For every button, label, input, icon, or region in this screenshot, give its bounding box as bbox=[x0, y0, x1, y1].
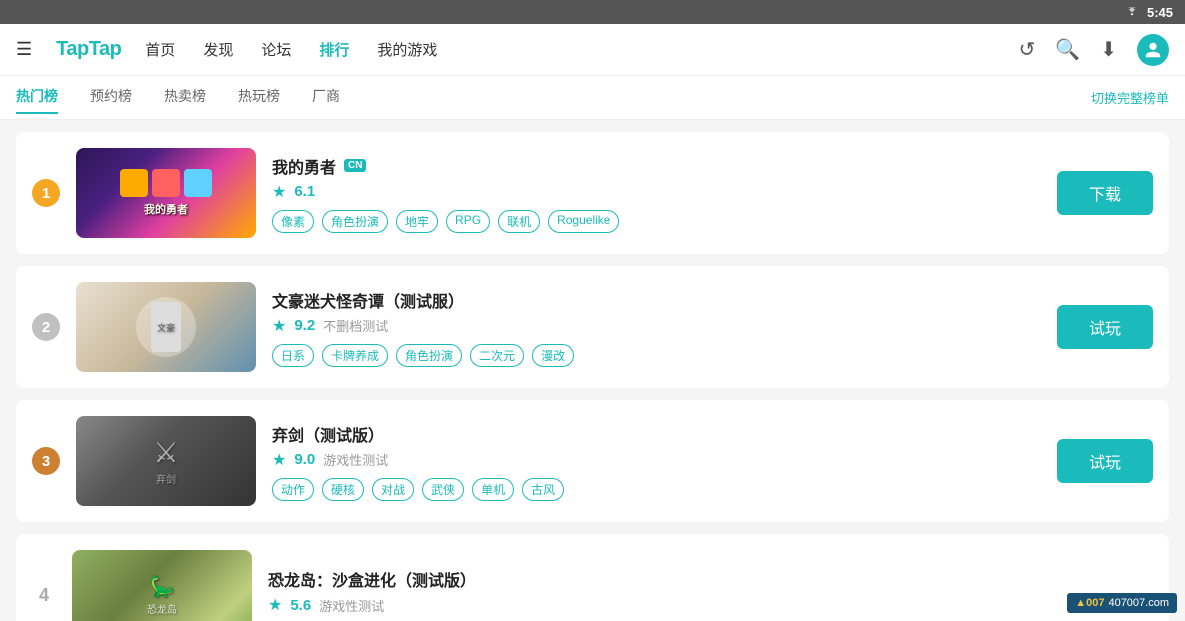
main-content: 1 我的勇者 我的勇者 CN ★ 6.1 像素 角色扮演 bbox=[0, 120, 1185, 621]
game-thumb-4: 🦕 恐龙岛 bbox=[72, 550, 252, 621]
rank-3: 3 bbox=[32, 447, 60, 475]
time-display: 5:45 bbox=[1147, 5, 1173, 20]
game-thumb-2: 文豪 bbox=[76, 282, 256, 372]
game-thumb-1: 我的勇者 bbox=[76, 148, 256, 238]
sub-nav-tabs: 热门榜 预约榜 热卖榜 热玩榜 厂商 bbox=[16, 86, 1091, 110]
menu-icon[interactable]: ☰ bbox=[16, 39, 32, 60]
nav-discover[interactable]: 发现 bbox=[203, 39, 233, 60]
tab-hotplay[interactable]: 热玩榜 bbox=[238, 86, 280, 110]
game-title-2: 文豪迷犬怪奇谭（测试服） bbox=[272, 288, 464, 312]
tag-2-4[interactable]: 漫改 bbox=[532, 344, 574, 367]
tag-1-3[interactable]: RPG bbox=[446, 210, 490, 233]
wifi-icon bbox=[1125, 7, 1139, 17]
tag-3-5[interactable]: 古风 bbox=[522, 478, 564, 501]
game-item-2: 2 文豪 文豪迷犬怪奇谭（测试服） ★ 9.2 不删档测试 日系 卡牌养成 角色… bbox=[16, 266, 1169, 388]
tag-3-4[interactable]: 单机 bbox=[472, 478, 514, 501]
logo: TapTap bbox=[56, 38, 121, 61]
tag-1-2[interactable]: 地牢 bbox=[396, 210, 438, 233]
nav-forum[interactable]: 论坛 bbox=[261, 39, 291, 60]
tag-1-4[interactable]: 联机 bbox=[498, 210, 540, 233]
game-info-1: 我的勇者 CN ★ 6.1 像素 角色扮演 地牢 RPG 联机 Roguelik… bbox=[272, 154, 1041, 233]
game-item-1: 1 我的勇者 我的勇者 CN ★ 6.1 像素 角色扮演 bbox=[16, 132, 1169, 254]
nav-ranking[interactable]: 排行 bbox=[319, 39, 349, 60]
header-icons: ↺ 🔍 ⬇ bbox=[1019, 34, 1169, 66]
tag-2-2[interactable]: 角色扮演 bbox=[396, 344, 462, 367]
tags-2: 日系 卡牌养成 角色扮演 二次元 漫改 bbox=[272, 344, 1041, 367]
switch-full-list[interactable]: 切换完整榜单 bbox=[1091, 88, 1169, 107]
nav-links: 首页 发现 论坛 排行 我的游戏 bbox=[145, 39, 994, 60]
game-item-3: 3 ⚔ 弃剑 弃剑（测试版） ★ 9.0 游戏性测试 动作 硬核 对战 武侠 单… bbox=[16, 400, 1169, 522]
avatar[interactable] bbox=[1137, 34, 1169, 66]
rank-1: 1 bbox=[32, 179, 60, 207]
rating-score-2: 9.2 bbox=[294, 317, 315, 334]
trial-btn-2[interactable]: 试玩 bbox=[1057, 305, 1153, 349]
star-icon-1: ★ bbox=[272, 182, 286, 202]
game-thumb-3: ⚔ 弃剑 bbox=[76, 416, 256, 506]
tags-3: 动作 硬核 对战 武侠 单机 古风 bbox=[272, 478, 1041, 501]
cn-badge-1: CN bbox=[344, 159, 366, 172]
rating-label-4: 游戏性测试 bbox=[319, 596, 384, 615]
rating-score-1: 6.1 bbox=[294, 183, 315, 200]
trial-btn-3[interactable]: 试玩 bbox=[1057, 439, 1153, 483]
watermark: ▲007 407007.com bbox=[1067, 593, 1177, 613]
rating-label-3: 游戏性测试 bbox=[323, 450, 388, 469]
refresh-icon[interactable]: ↺ bbox=[1019, 37, 1036, 62]
search-icon[interactable]: 🔍 bbox=[1055, 37, 1080, 62]
game-title-1: 我的勇者 bbox=[272, 154, 336, 178]
download-btn-1[interactable]: 下载 bbox=[1057, 171, 1153, 215]
tab-reservation[interactable]: 预约榜 bbox=[90, 86, 132, 110]
tag-1-5[interactable]: Roguelike bbox=[548, 210, 619, 233]
download-icon[interactable]: ⬇ bbox=[1100, 37, 1117, 62]
game-title-3: 弃剑（测试版） bbox=[272, 422, 384, 446]
tag-2-1[interactable]: 卡牌养成 bbox=[322, 344, 388, 367]
rating-score-3: 9.0 bbox=[294, 451, 315, 468]
game-item-4: 4 🦕 恐龙岛 恐龙岛：沙盒进化（测试版） ★ 5.6 游戏性测试 bbox=[16, 534, 1169, 621]
tab-bestsell[interactable]: 热卖榜 bbox=[164, 86, 206, 110]
tag-1-1[interactable]: 角色扮演 bbox=[322, 210, 388, 233]
nav-home[interactable]: 首页 bbox=[145, 39, 175, 60]
tag-2-0[interactable]: 日系 bbox=[272, 344, 314, 367]
star-icon-4: ★ bbox=[268, 595, 282, 615]
tab-hot[interactable]: 热门榜 bbox=[16, 86, 58, 110]
rating-score-4: 5.6 bbox=[290, 597, 311, 614]
tags-1: 像素 角色扮演 地牢 RPG 联机 Roguelike bbox=[272, 210, 1041, 233]
game-info-2: 文豪迷犬怪奇谭（测试服） ★ 9.2 不删档测试 日系 卡牌养成 角色扮演 二次… bbox=[272, 288, 1041, 367]
tab-vendor[interactable]: 厂商 bbox=[312, 86, 340, 110]
game-title-4: 恐龙岛：沙盒进化（测试版） bbox=[268, 567, 476, 591]
star-icon-3: ★ bbox=[272, 450, 286, 470]
sub-nav: 热门榜 预约榜 热卖榜 热玩榜 厂商 切换完整榜单 bbox=[0, 76, 1185, 120]
watermark-logo: ▲007 bbox=[1075, 597, 1104, 609]
status-bar: 5:45 bbox=[0, 0, 1185, 24]
rank-4: 4 bbox=[32, 585, 56, 606]
header: ☰ TapTap 首页 发现 论坛 排行 我的游戏 ↺ 🔍 ⬇ bbox=[0, 24, 1185, 76]
tag-3-0[interactable]: 动作 bbox=[272, 478, 314, 501]
tag-3-2[interactable]: 对战 bbox=[372, 478, 414, 501]
tag-1-0[interactable]: 像素 bbox=[272, 210, 314, 233]
game-info-3: 弃剑（测试版） ★ 9.0 游戏性测试 动作 硬核 对战 武侠 单机 古风 bbox=[272, 422, 1041, 501]
tag-3-1[interactable]: 硬核 bbox=[322, 478, 364, 501]
tag-3-3[interactable]: 武侠 bbox=[422, 478, 464, 501]
nav-my-games[interactable]: 我的游戏 bbox=[377, 39, 437, 60]
watermark-site: 407007.com bbox=[1108, 597, 1169, 609]
star-icon-2: ★ bbox=[272, 316, 286, 336]
rating-label-2: 不删档测试 bbox=[323, 316, 388, 335]
tag-2-3[interactable]: 二次元 bbox=[470, 344, 524, 367]
rank-2: 2 bbox=[32, 313, 60, 341]
game-info-4: 恐龙岛：沙盒进化（测试版） ★ 5.6 游戏性测试 bbox=[268, 567, 1153, 621]
